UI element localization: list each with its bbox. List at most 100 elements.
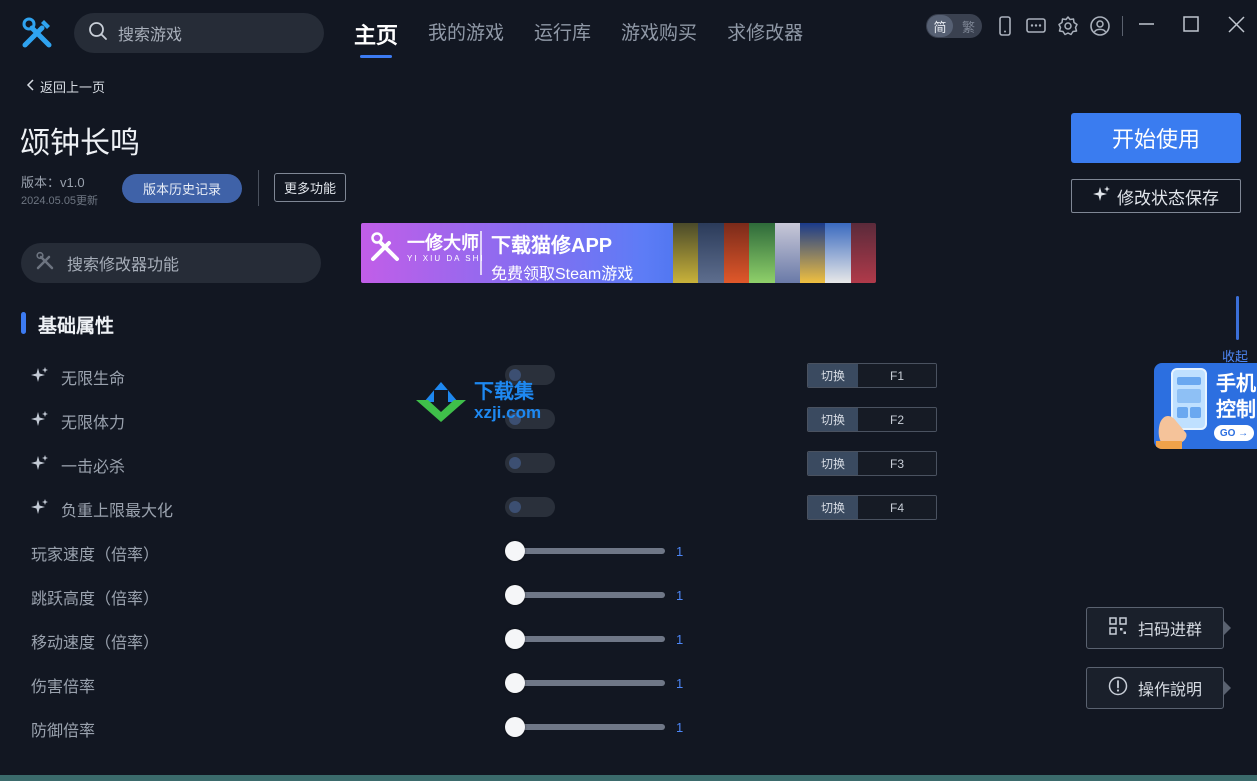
hotkey-binding[interactable]: 切换 F4: [807, 495, 937, 520]
save-state-label: 修改状态保存: [1117, 188, 1219, 208]
slider-handle[interactable]: [505, 585, 525, 605]
cheat-label: 无限生命: [31, 365, 125, 389]
banner-divider: [480, 231, 482, 275]
slider-label: 跳跃高度（倍率）: [31, 591, 160, 608]
save-state-button[interactable]: 修改状态保存: [1071, 179, 1241, 213]
sparkle-icon: [31, 498, 49, 521]
section-title: 基础属性: [38, 316, 115, 337]
update-date: 2024.05.05更新: [21, 195, 99, 207]
game-search-input[interactable]: 搜索游戏: [74, 13, 324, 53]
hotkey-switch-label: 切换: [808, 364, 858, 387]
game-search-placeholder: 搜索游戏: [118, 27, 183, 44]
message-icon[interactable]: [1025, 15, 1047, 37]
more-features-button[interactable]: 更多功能: [274, 173, 346, 202]
cheat-name: 负重上限最大化: [61, 503, 174, 520]
maximize-icon[interactable]: [1181, 15, 1203, 37]
hotkey-binding[interactable]: 切换 F3: [807, 451, 937, 476]
sparkle-icon: [31, 410, 49, 433]
banner-brand-pinyin: YI XIU DA SHI: [407, 253, 485, 263]
search-icon: [88, 21, 108, 46]
scan-join-group-button[interactable]: 扫码进群: [1086, 607, 1224, 649]
slider-value: 1: [676, 588, 684, 603]
sparkle-icon: [1093, 185, 1111, 208]
phone-control-label: 手机控制: [1216, 373, 1256, 421]
banner-subline: 免费领取Steam游戏: [491, 266, 634, 283]
cheat-name: 无限体力: [61, 415, 126, 432]
info-icon: [1108, 676, 1128, 701]
watermark-domain: xzji.com: [474, 403, 542, 422]
slider-value: 1: [676, 632, 684, 647]
cheat-name: 一击必杀: [61, 459, 126, 476]
slider-track[interactable]: [512, 680, 665, 686]
slider-track[interactable]: [512, 592, 665, 598]
hotkey-key: F3: [858, 452, 936, 475]
phone-icon[interactable]: [994, 15, 1016, 37]
phone-control-go[interactable]: GO →: [1214, 425, 1254, 441]
slider-label: 玩家速度（倍率）: [31, 547, 160, 564]
hotkey-switch-label: 切换: [808, 452, 858, 475]
tools-icon: [35, 251, 55, 276]
slider-handle[interactable]: [505, 629, 525, 649]
slider-value: 1: [676, 544, 684, 559]
watermark-logo: 下载集 xzji.com: [414, 380, 541, 424]
slider-value: 1: [676, 676, 684, 691]
user-icon[interactable]: [1089, 15, 1111, 37]
cheat-label: 负重上限最大化: [31, 497, 173, 521]
watermark-arrow-icon: [416, 382, 466, 422]
slider-track[interactable]: [512, 636, 665, 642]
hotkey-switch-label: 切换: [808, 496, 858, 519]
slider-handle[interactable]: [505, 541, 525, 561]
language-toggle[interactable]: 简 繁: [926, 14, 982, 38]
phone-control-card[interactable]: 手机控制 GO →: [1154, 363, 1257, 449]
close-icon[interactable]: [1226, 15, 1248, 37]
start-button[interactable]: 开始使用: [1071, 113, 1241, 163]
watermark-title: 下载集: [474, 381, 534, 403]
hotkey-key: F1: [858, 364, 936, 387]
section-marker: [21, 312, 26, 334]
slider-track[interactable]: [512, 548, 665, 554]
cheat-label: 一击必杀: [31, 453, 125, 477]
tab-home[interactable]: 主页: [354, 18, 398, 58]
banner-game-characters-image: [673, 223, 876, 283]
tab-my-games[interactable]: 我的游戏: [428, 18, 504, 50]
window-controls-divider: [1122, 16, 1123, 36]
minimize-icon[interactable]: [1136, 15, 1158, 37]
lang-simplified[interactable]: 简: [927, 15, 953, 37]
modifier-search-input[interactable]: 搜索修改器功能: [21, 243, 321, 283]
divider: [258, 170, 259, 206]
game-title: 颂钟长鸣: [20, 127, 140, 160]
tab-runtime-library[interactable]: 运行库: [534, 18, 591, 50]
scan-join-group-label: 扫码进群: [1137, 622, 1202, 639]
phone-hand-icon: [1156, 368, 1207, 449]
hotkey-binding[interactable]: 切换 F2: [807, 407, 937, 432]
tab-request-trainer[interactable]: 求修改器: [727, 18, 803, 50]
sparkle-icon: [31, 454, 49, 477]
window-bottom-border: [0, 775, 1257, 781]
chevron-right-icon: [1224, 621, 1231, 635]
slider-handle[interactable]: [505, 717, 525, 737]
slider-label: 防御倍率: [31, 723, 96, 740]
instructions-button[interactable]: 操作說明: [1086, 667, 1224, 709]
back-label: 返回上一页: [40, 80, 106, 95]
qr-code-icon: [1108, 616, 1128, 641]
app-logo-icon: [20, 16, 54, 50]
tab-game-purchase[interactable]: 游戏购买: [621, 18, 697, 50]
slider-track[interactable]: [512, 724, 665, 730]
banner-brand-name: 一修大师: [407, 232, 479, 253]
cheat-toggle-switch[interactable]: [505, 453, 555, 473]
main-nav: 主页 我的游戏 运行库 游戏购买 求修改器: [354, 18, 803, 58]
hotkey-binding[interactable]: 切换 F1: [807, 363, 937, 388]
cheat-toggle-switch[interactable]: [505, 497, 555, 517]
slider-handle[interactable]: [505, 673, 525, 693]
chevron-right-icon: [1224, 681, 1231, 695]
hotkey-switch-label: 切换: [808, 408, 858, 431]
panel-scroll-indicator: [1236, 296, 1239, 340]
version-history-button[interactable]: 版本历史记录: [122, 174, 242, 203]
back-link[interactable]: 返回上一页: [26, 77, 105, 96]
lang-traditional[interactable]: 繁: [962, 17, 975, 36]
promo-banner[interactable]: 一修大师 YI XIU DA SHI 下载猫修APP 免费领取Steam游戏: [361, 223, 876, 283]
gear-icon[interactable]: [1057, 15, 1079, 37]
banner-tools-icon: [371, 232, 399, 261]
instructions-label: 操作說明: [1137, 682, 1202, 699]
slider-label: 伤害倍率: [31, 679, 96, 696]
